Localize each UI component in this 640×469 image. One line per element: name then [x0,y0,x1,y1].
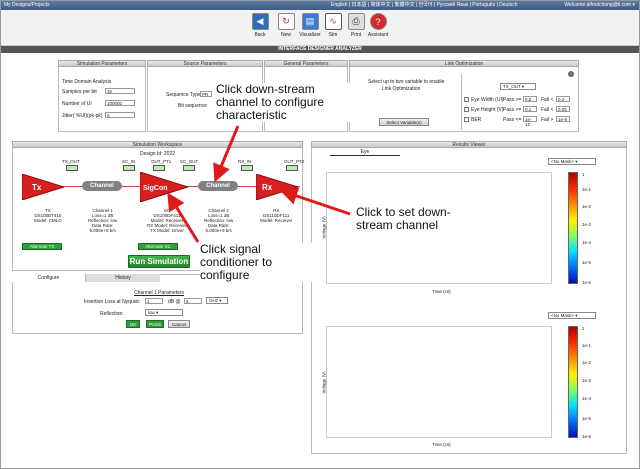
annotation-arrows [167,125,351,243]
arrow-to-channel-2 [213,125,240,183]
arrow-to-signal-conditioner [167,192,200,243]
arrow-to-rx [279,187,351,216]
